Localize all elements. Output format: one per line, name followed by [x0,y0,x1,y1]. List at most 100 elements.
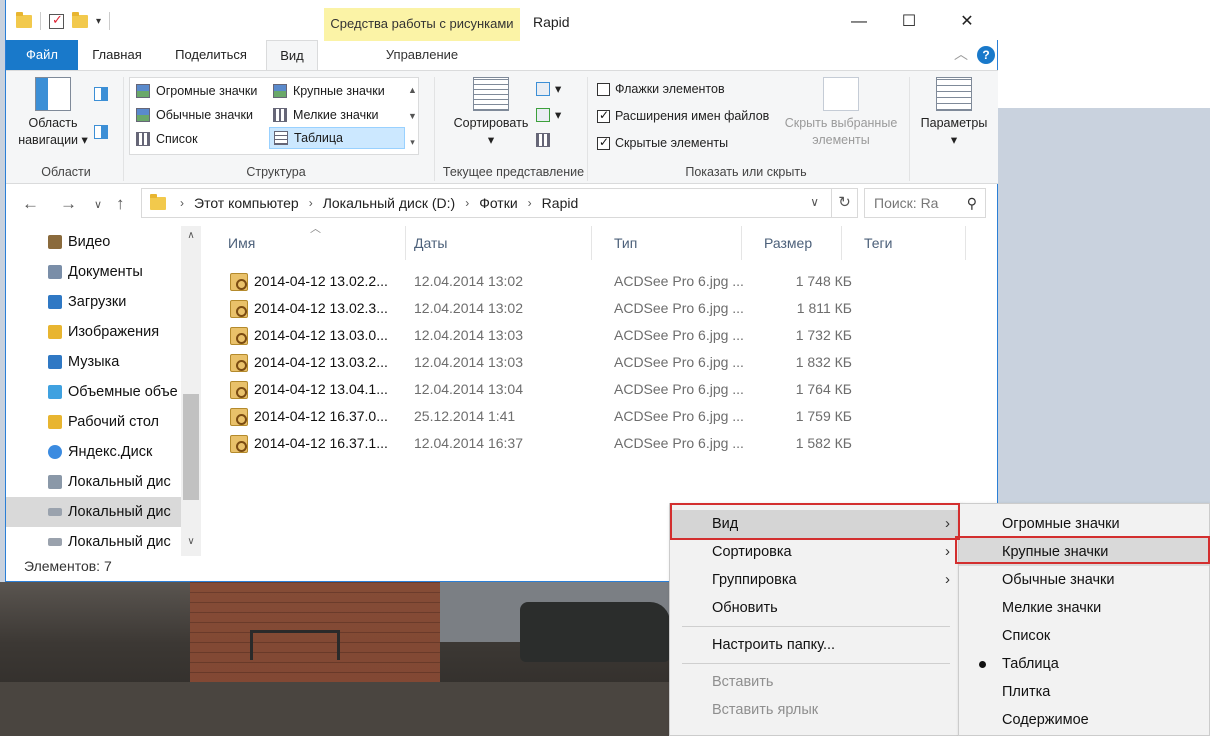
breadcrumb-this-pc[interactable]: Этот компьютер [194,195,299,211]
layout-details[interactable]: Таблица [269,127,405,149]
scroll-down-icon[interactable]: ▼ [406,103,419,129]
search-input[interactable]: Поиск: Ra ⚲ [864,188,986,218]
tab-file[interactable]: Файл [6,40,78,70]
scroll-up-icon[interactable]: ▲ [406,77,419,103]
chevron-right-icon[interactable]: › [309,196,313,210]
column-date[interactable]: Даты [392,226,592,260]
nav-item-pictures[interactable]: Изображения [6,317,182,347]
file-name: 2014-04-12 13.03.0... [254,327,388,343]
forward-button[interactable]: → [60,194,77,214]
refresh-button[interactable]: ↻ [831,188,857,218]
hidden-items-toggle[interactable]: Скрытые элементы [597,135,728,150]
column-type[interactable]: Тип [592,226,742,260]
breadcrumb-rapid[interactable]: Rapid [542,195,579,211]
navigation-pane-button[interactable]: Область навигации ▾ [14,77,92,149]
file-row[interactable]: 2014-04-12 16.37.0... 25.12.2014 1:41 AC… [206,403,976,430]
size-columns-button[interactable] [536,133,550,147]
nav-item-desktop[interactable]: Рабочий стол [6,407,182,437]
minimize-button[interactable]: — [836,8,882,36]
group-by-button[interactable]: ▾ [536,81,561,96]
submenu-item-extra-large-icons[interactable]: Огромные значки [959,510,1209,538]
submenu-item-details[interactable]: Таблица [959,650,1209,678]
nav-item-label: Документы [68,264,143,280]
tab-view[interactable]: Вид [266,40,318,70]
menu-item-refresh[interactable]: Обновить [670,594,960,622]
nav-item-local-disk-d[interactable]: Локальный дис [6,497,182,527]
navigation-pane-scrollbar[interactable]: ∧ ∨ [181,226,201,556]
tab-share[interactable]: Поделиться [164,40,258,70]
layout-small-icons[interactable]: Мелкие значки [269,104,405,126]
submenu-item-large-icons[interactable]: Крупные значки [959,538,1209,566]
item-checkboxes-checkbox[interactable] [597,82,610,96]
nav-item-yandex-disk[interactable]: Яндекс.Диск [6,437,182,467]
submenu-item-small-icons[interactable]: Мелкие значки [959,594,1209,622]
properties-icon[interactable] [49,12,64,29]
scrollbar-thumb[interactable] [183,394,199,500]
nav-item-local-disk-e[interactable]: Локальный дис [6,527,182,556]
chevron-right-icon[interactable]: › [528,196,532,210]
options-button[interactable]: Параметры ▾ [914,77,994,149]
up-button[interactable]: ↑ [116,194,125,214]
address-history-icon[interactable]: ∨ [810,195,819,209]
file-row[interactable]: 2014-04-12 13.02.3... 12.04.2014 13:02 A… [206,295,976,322]
nav-item-video[interactable]: Видео [6,227,182,257]
submenu-item-content[interactable]: Содержимое [959,706,1209,734]
help-icon[interactable]: ? [977,46,995,64]
preview-pane-button[interactable] [94,87,108,101]
menu-item-sort[interactable]: Сортировка › [670,538,960,566]
customize-qat-icon[interactable]: ▾ [96,16,101,27]
column-tags[interactable]: Теги [842,226,966,260]
layout-medium-icons[interactable]: Обычные значки [132,104,268,126]
nav-item-music[interactable]: Музыка [6,347,182,377]
file-row[interactable]: 2014-04-12 13.03.0... 12.04.2014 13:03 A… [206,322,976,349]
submenu-item-medium-icons[interactable]: Обычные значки [959,566,1209,594]
breadcrumb-photos[interactable]: Фотки [479,195,517,211]
scroll-down-icon[interactable]: ∨ [181,536,201,547]
nav-item-documents[interactable]: Документы [6,257,182,287]
submenu-item-list[interactable]: Список [959,622,1209,650]
add-columns-button[interactable]: ▾ [536,107,561,122]
layout-large-icons[interactable]: Крупные значки [269,80,405,102]
collapse-ribbon-icon[interactable]: ︿ [954,44,968,64]
column-name[interactable]: Имя [206,226,406,260]
layout-list[interactable]: Список [132,128,268,150]
tab-home[interactable]: Главная [84,40,150,70]
column-size[interactable]: Размер [742,226,842,260]
file-row[interactable]: 2014-04-12 13.02.2... 12.04.2014 13:02 A… [206,268,976,295]
hidden-items-checkbox[interactable] [597,135,610,150]
file-extensions-checkbox[interactable] [597,108,610,123]
scroll-up-icon[interactable]: ∧ [181,230,201,241]
recent-locations-button[interactable]: ∨ [94,198,102,211]
nav-item-downloads[interactable]: Загрузки [6,287,182,317]
item-checkboxes-toggle[interactable]: Флажки элементов [597,82,725,96]
maximize-button[interactable]: ☐ [886,8,932,36]
large-icons-icon [273,84,287,98]
layout-extra-large-icons[interactable]: Огромные значки [132,80,268,102]
file-row[interactable]: 2014-04-12 13.03.2... 12.04.2014 13:03 A… [206,349,976,376]
menu-item-group[interactable]: Группировка › [670,566,960,594]
chevron-right-icon[interactable]: › [180,196,184,210]
hide-selected-items-button[interactable]: Скрыть выбранные элементы [780,77,902,149]
layout-gallery-scroll[interactable]: ▲ ▼ ▾ [406,77,419,155]
new-folder-icon[interactable] [72,11,88,28]
address-bar[interactable]: › Этот компьютер › Локальный диск (D:) ›… [141,188,858,218]
chevron-right-icon[interactable]: › [465,196,469,210]
back-button[interactable]: ← [22,194,39,214]
details-pane-button[interactable] [94,125,108,139]
close-button[interactable]: ✕ [944,8,990,36]
nav-item-local-disk-c[interactable]: Локальный дис [6,467,182,497]
menu-item-view[interactable]: Вид › [670,510,960,538]
expand-gallery-icon[interactable]: ▾ [406,129,419,155]
menu-item-customize-folder[interactable]: Настроить папку... [670,631,960,659]
submenu-item-tiles[interactable]: Плитка [959,678,1209,706]
file-row[interactable]: 2014-04-12 13.04.1... 12.04.2014 13:04 A… [206,376,976,403]
file-row[interactable]: 2014-04-12 16.37.1... 12.04.2014 16:37 A… [206,430,976,457]
menu-item-paste[interactable]: Вставить [670,668,960,696]
menu-item-paste-shortcut[interactable]: Вставить ярлык [670,696,960,724]
sort-by-button[interactable]: Сортировать ▾ [446,77,536,149]
file-extensions-toggle[interactable]: Расширения имен файлов [597,108,769,123]
breadcrumb-drive-d[interactable]: Локальный диск (D:) [323,195,456,211]
tab-manage[interactable]: Управление [324,40,520,70]
folder-icon[interactable] [16,11,32,28]
nav-item-3d-objects[interactable]: Объемные объе [6,377,182,407]
